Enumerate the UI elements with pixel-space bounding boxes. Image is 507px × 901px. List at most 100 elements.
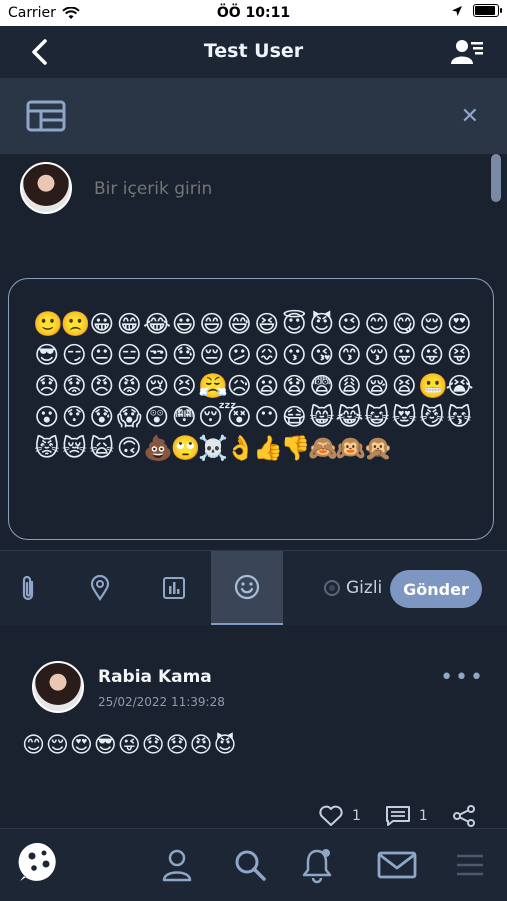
emoji-option[interactable]: 😖 — [253, 340, 281, 371]
emoji-option[interactable]: 😳 — [171, 402, 199, 433]
like-button[interactable]: 1 — [318, 805, 361, 827]
emoji-option[interactable]: 😑 — [116, 340, 144, 371]
emoji-option[interactable]: 😤 — [198, 371, 228, 402]
emoji-option[interactable]: 😗 — [281, 340, 309, 371]
emoji-option[interactable]: 😰 — [88, 402, 116, 433]
emoji-option[interactable]: 🙊 — [363, 433, 393, 464]
emoji-option[interactable]: 😵 — [226, 402, 254, 433]
emoji-option[interactable]: 😜 — [418, 340, 446, 371]
emoji-option[interactable]: 😐 — [88, 340, 116, 371]
emoji-option[interactable]: 😢 — [143, 371, 171, 402]
emoji-option[interactable]: 😺 — [363, 402, 391, 433]
emoji-option[interactable]: 😦 — [253, 371, 281, 402]
emoji-option[interactable]: 😭 — [446, 371, 474, 402]
emoji-option[interactable]: 🙈 — [308, 433, 338, 464]
content-input[interactable] — [92, 178, 456, 200]
emoji-option[interactable]: 😛 — [391, 340, 419, 371]
emoji-option[interactable]: 😇 — [281, 309, 309, 340]
emoji-option[interactable]: 🙁 — [61, 309, 91, 340]
emoji-option[interactable]: 😣 — [171, 371, 199, 402]
emoji-option[interactable]: 😉 — [336, 309, 364, 340]
emoji-option[interactable]: 👎 — [281, 433, 311, 464]
emoji-option[interactable]: 😯 — [61, 402, 89, 433]
emoji-option[interactable]: 😆 — [253, 309, 281, 340]
tab-menu[interactable] — [448, 843, 492, 887]
emoji-option[interactable]: 😶 — [253, 402, 281, 433]
emoji-option[interactable]: 😓 — [171, 340, 199, 371]
emoji-option[interactable]: 😸 — [308, 402, 336, 433]
avatar[interactable] — [32, 661, 84, 713]
emoji-option[interactable]: 😪 — [363, 371, 391, 402]
private-radio[interactable] — [324, 580, 340, 596]
emoji-option[interactable]: 😞 — [33, 371, 61, 402]
emoji-option[interactable]: 😂 — [143, 309, 171, 340]
location-tab[interactable] — [64, 551, 136, 625]
emoji-option[interactable]: 😘 — [308, 340, 336, 371]
emoji-option[interactable]: 😩 — [336, 371, 364, 402]
emoji-option[interactable]: 😏 — [61, 340, 89, 371]
emoji-option[interactable]: 🙂 — [33, 309, 63, 340]
emoji-option[interactable]: 😊 — [363, 309, 391, 340]
emoji-option[interactable]: 😲 — [143, 402, 171, 433]
emoji-option[interactable]: 😬 — [418, 371, 448, 402]
emoji-option[interactable]: 😟 — [61, 371, 89, 402]
tab-home[interactable] — [16, 839, 62, 885]
emoji-option[interactable]: 😿 — [61, 433, 89, 464]
emoji-option[interactable]: 👌 — [226, 433, 256, 464]
scrollbar[interactable] — [491, 154, 501, 202]
emoji-option[interactable]: 😙 — [336, 340, 364, 371]
emoji-option[interactable]: 😼 — [418, 402, 446, 433]
emoji-option[interactable]: 🙄 — [171, 433, 201, 464]
private-toggle[interactable]: Gizli — [324, 578, 382, 598]
emoji-option[interactable]: 😅 — [226, 309, 254, 340]
emoji-option[interactable]: 😫 — [391, 371, 419, 402]
emoji-option[interactable]: 🙉 — [336, 433, 366, 464]
tab-profile[interactable] — [155, 843, 199, 887]
post-author[interactable]: Rabia Kama — [98, 667, 212, 687]
tab-messages[interactable] — [375, 843, 419, 887]
emoji-option[interactable]: 😈 — [308, 309, 336, 340]
send-button[interactable]: Gönder — [390, 570, 482, 608]
tab-notifications[interactable] — [295, 843, 339, 887]
emoji-option[interactable]: ☠️ — [198, 433, 228, 464]
emoji-option[interactable]: 😹 — [336, 402, 364, 433]
media-card-icon[interactable] — [26, 98, 66, 134]
emoji-option[interactable]: 😒 — [143, 340, 171, 371]
emoji-option[interactable]: 😃 — [171, 309, 199, 340]
more-options-icon[interactable]: ••• — [440, 665, 485, 690]
emoji-option[interactable]: 😌 — [418, 309, 446, 340]
emoji-option[interactable]: 💩 — [143, 433, 173, 464]
emoji-option[interactable]: 😧 — [281, 371, 309, 402]
emoji-option[interactable]: 😮 — [33, 402, 61, 433]
emoji-option[interactable]: 😡 — [116, 371, 144, 402]
emoji-option[interactable]: 😄 — [198, 309, 226, 340]
emoji-option[interactable]: 😀 — [88, 309, 116, 340]
emoji-option[interactable]: 😷 — [281, 402, 309, 433]
emoji-option[interactable]: 😽 — [446, 402, 474, 433]
emoji-option[interactable]: 😕 — [226, 340, 254, 371]
emoji-option[interactable]: 😁 — [116, 309, 144, 340]
comment-button[interactable]: 1 — [385, 805, 428, 827]
emoji-option[interactable]: 😠 — [88, 371, 116, 402]
emoji-option[interactable]: 😾 — [33, 433, 61, 464]
attachment-tab[interactable] — [0, 551, 64, 625]
emoji-option[interactable]: 😝 — [446, 340, 474, 371]
tab-search[interactable] — [228, 843, 272, 887]
emoji-tab[interactable] — [211, 551, 283, 625]
emoji-option[interactable]: 😎 — [33, 340, 61, 371]
emoji-option[interactable]: 😚 — [363, 340, 391, 371]
emoji-option[interactable]: 😨 — [308, 371, 336, 402]
emoji-option[interactable]: 😱 — [116, 402, 144, 433]
emoji-option[interactable]: 🙃 — [116, 433, 144, 464]
share-button[interactable] — [452, 805, 476, 827]
user-list-icon[interactable] — [451, 38, 485, 66]
emoji-option[interactable]: 😻 — [391, 402, 419, 433]
emoji-option[interactable]: 😍 — [446, 309, 474, 340]
back-chevron-icon[interactable] — [26, 38, 54, 66]
emoji-option[interactable]: 😴 — [198, 402, 237, 433]
emoji-option[interactable]: 🙀 — [88, 433, 116, 464]
emoji-option[interactable]: 😋 — [391, 309, 419, 340]
emoji-option[interactable]: 😥 — [226, 371, 254, 402]
emoji-option[interactable]: 👍 — [253, 433, 283, 464]
emoji-option[interactable]: 😔 — [198, 340, 226, 371]
